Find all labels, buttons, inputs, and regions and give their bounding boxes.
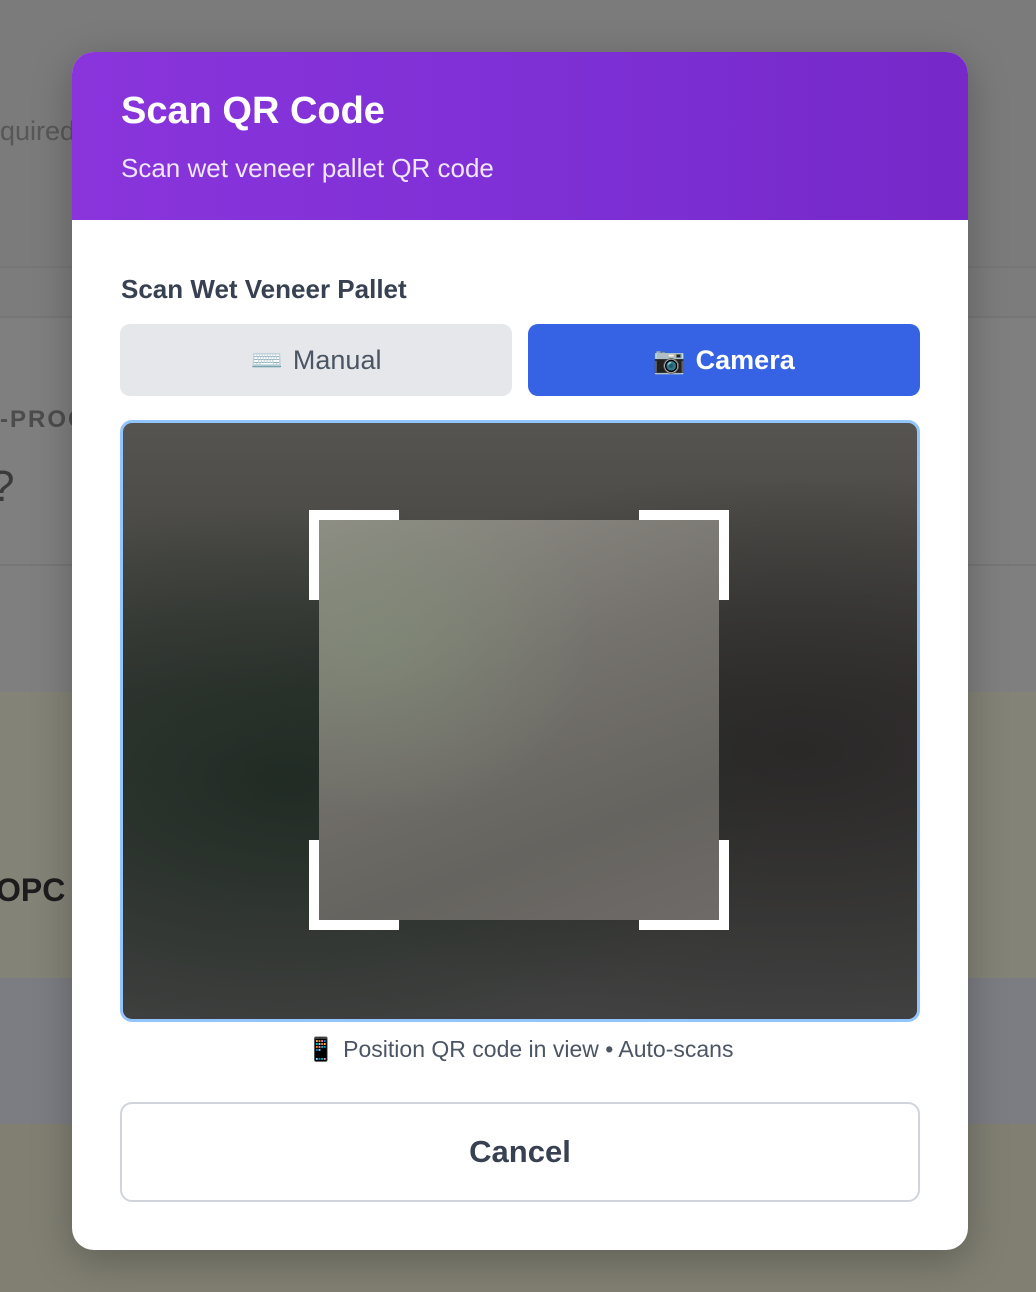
- camera-mode-button[interactable]: 📷 Camera: [528, 324, 920, 396]
- camera-viewfinder[interactable]: [120, 420, 920, 1022]
- mobile-phone-icon: 📱: [306, 1036, 336, 1062]
- scan-frame-corner-bottom-left: [309, 840, 399, 930]
- scan-frame-corner-top-right: [639, 510, 729, 600]
- background-value-text: ?: [0, 462, 14, 512]
- background-required-text: quired: [0, 116, 76, 146]
- modal-subtitle: Scan wet veneer pallet QR code: [121, 153, 494, 183]
- modal-title: Scan QR Code: [121, 90, 385, 132]
- modal-header: Scan QR Code Scan wet veneer pallet QR c…: [72, 52, 968, 220]
- cancel-button[interactable]: Cancel: [120, 1102, 920, 1202]
- section-label: Scan Wet Veneer Pallet: [121, 274, 407, 304]
- camera-mode-label: Camera: [695, 344, 795, 375]
- scan-frame-corner-top-left: [309, 510, 399, 600]
- keyboard-icon: ⌨️: [250, 344, 283, 375]
- scan-hint-text: Position QR code in view • Auto-scans: [343, 1036, 734, 1062]
- manual-mode-label: Manual: [292, 344, 382, 375]
- scan-hint: 📱 Position QR code in view • Auto-scans: [120, 1036, 920, 1063]
- background-code-text: OPC: [0, 872, 66, 908]
- scan-qr-modal: Scan QR Code Scan wet veneer pallet QR c…: [72, 52, 968, 1250]
- manual-mode-button[interactable]: ⌨️ Manual: [120, 324, 512, 396]
- scan-frame-corner-bottom-right: [639, 840, 729, 930]
- camera-icon: 📷: [653, 344, 686, 375]
